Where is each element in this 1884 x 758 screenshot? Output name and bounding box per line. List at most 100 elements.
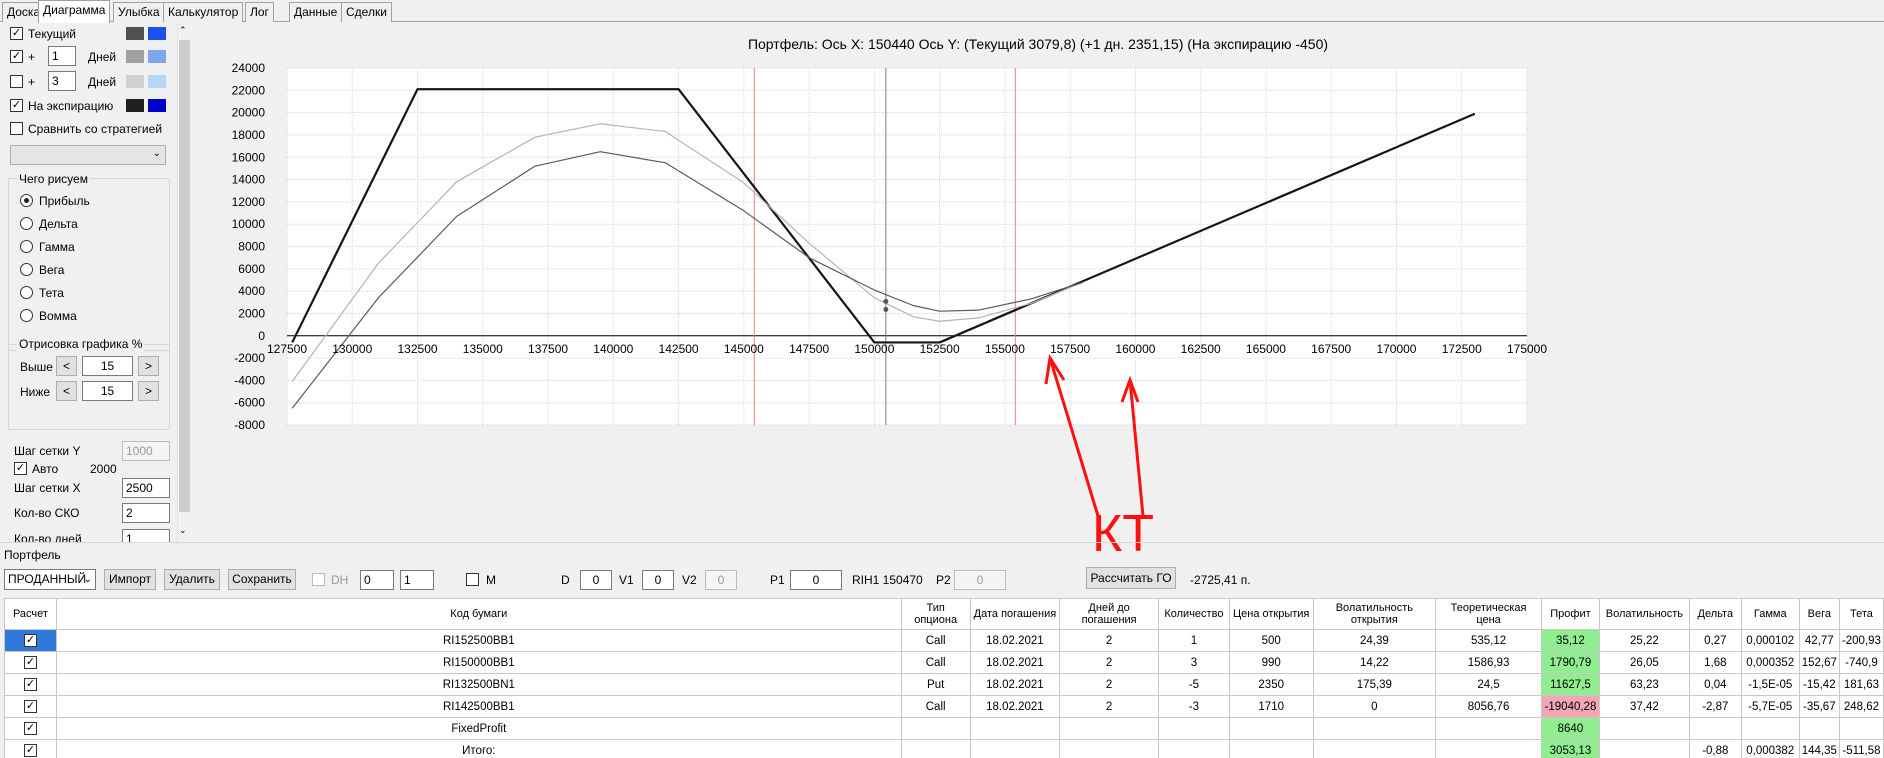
dh-spinner-2[interactable]: 1 bbox=[400, 570, 434, 590]
y-tick-label: -8000 bbox=[234, 418, 265, 432]
chevron-down-icon: ⌄ bbox=[83, 574, 92, 585]
table-cell: FixedProfit bbox=[55, 717, 902, 740]
m-checkbox[interactable] bbox=[466, 573, 479, 586]
table-row[interactable]: ✓ Итого: 3053,13 -0,88 0,000382 144,35 -511,58 bbox=[4, 739, 1884, 758]
table-cell bbox=[1228, 717, 1314, 740]
col-header[interactable]: Дата погашения bbox=[969, 598, 1061, 630]
table-cell: 0,000382 bbox=[1740, 739, 1800, 758]
table-cell: 2 bbox=[1059, 651, 1159, 674]
table-cell: Call bbox=[900, 629, 971, 652]
table-cell: 8640 bbox=[1540, 717, 1600, 740]
table-cell: 2 bbox=[1059, 673, 1159, 696]
row-calc-checkbox-cell[interactable]: ✓ bbox=[4, 629, 57, 652]
table-cell: 18.02.2021 bbox=[969, 695, 1061, 718]
filter-select[interactable]: ПРОДАННЫЙ ⌄ bbox=[4, 569, 96, 590]
tab-diagram[interactable]: Диаграмма bbox=[38, 0, 111, 23]
x-tick-label: 150000 bbox=[854, 342, 894, 356]
y-tick-label: 22000 bbox=[232, 83, 266, 97]
dh-label: DH bbox=[331, 573, 349, 587]
col-header[interactable]: Гамма bbox=[1740, 598, 1800, 630]
col-header[interactable]: Цена открытия bbox=[1228, 598, 1314, 630]
y-tick-label: 4000 bbox=[238, 284, 265, 298]
save-button[interactable]: Сохранить bbox=[228, 569, 296, 590]
col-header[interactable]: Код бумаги bbox=[55, 598, 902, 630]
dh-spinner-1[interactable]: 0 bbox=[360, 570, 394, 590]
table-cell: 248,62 bbox=[1838, 695, 1884, 718]
y-tick-label: 24000 bbox=[232, 61, 266, 75]
p2-label: P2 bbox=[936, 573, 951, 587]
p2-input[interactable]: 0 bbox=[954, 570, 1006, 590]
col-header[interactable]: Волатильность bbox=[1598, 598, 1690, 630]
row-calc-checkbox-cell[interactable]: ✓ bbox=[4, 739, 57, 758]
row-calc-checkbox-cell[interactable]: ✓ bbox=[4, 695, 57, 718]
calc-go-button[interactable]: Рассчитать ГО bbox=[1086, 567, 1176, 589]
y-tick-label: 0 bbox=[258, 329, 265, 343]
p1-input[interactable]: 0 bbox=[790, 570, 842, 590]
col-header[interactable]: Вега bbox=[1798, 598, 1840, 630]
check-icon[interactable]: ✓ bbox=[23, 678, 37, 691]
check-icon[interactable]: ✓ bbox=[23, 744, 37, 757]
table-row[interactable]: ✓ FixedProfit 8640 bbox=[4, 717, 1884, 740]
v2-input[interactable]: 0 bbox=[705, 570, 737, 590]
row-calc-checkbox-cell[interactable]: ✓ bbox=[4, 673, 57, 696]
portfolio-header: Портфель bbox=[4, 548, 61, 562]
x-tick-label: 157500 bbox=[1050, 342, 1090, 356]
table-cell: 25,22 bbox=[1598, 629, 1690, 652]
d-input[interactable]: 0 bbox=[580, 570, 612, 590]
rih-label: RIH1 150470 bbox=[852, 573, 923, 587]
x-tick-label: 127500 bbox=[267, 342, 307, 356]
table-cell: 152,67 bbox=[1798, 651, 1840, 674]
row-calc-checkbox-cell[interactable]: ✓ bbox=[4, 717, 57, 740]
table-row[interactable]: ✓ RI142500BB1 Call 18.02.2021 2 -3 1710 0 8056,7… bbox=[4, 695, 1884, 718]
col-header[interactable]: Дней до погашения bbox=[1059, 598, 1159, 630]
table-cell: 1710 bbox=[1228, 695, 1314, 718]
check-icon[interactable]: ✓ bbox=[23, 634, 37, 647]
d-label: D bbox=[561, 573, 570, 587]
x-tick-label: 132500 bbox=[398, 342, 438, 356]
col-header[interactable]: Теоретическая цена bbox=[1435, 598, 1542, 630]
check-icon[interactable]: ✓ bbox=[23, 700, 37, 713]
table-row[interactable]: ✓ RI152500BB1 Call 18.02.2021 2 1 500 24,39 535,… bbox=[4, 629, 1884, 652]
table-cell: 2 bbox=[1059, 695, 1159, 718]
table-cell: -19040,28 bbox=[1540, 695, 1600, 718]
col-header[interactable]: Дельта bbox=[1688, 598, 1742, 630]
delete-button[interactable]: Удалить bbox=[164, 569, 220, 590]
y-tick-label: -4000 bbox=[234, 373, 265, 387]
col-header[interactable]: Количество bbox=[1157, 598, 1230, 630]
table-cell bbox=[1798, 717, 1840, 740]
check-icon[interactable]: ✓ bbox=[23, 656, 37, 669]
col-header[interactable]: Расчет bbox=[4, 598, 57, 630]
x-tick-label: 160000 bbox=[1115, 342, 1155, 356]
col-header[interactable]: Волатильность открытия bbox=[1312, 598, 1437, 630]
check-icon[interactable]: ✓ bbox=[23, 722, 37, 735]
table-cell: 8056,76 bbox=[1435, 695, 1542, 718]
table-cell: 2350 bbox=[1228, 673, 1314, 696]
filter-value: ПРОДАННЫЙ bbox=[8, 572, 87, 586]
table-cell: 14,22 bbox=[1312, 651, 1437, 674]
table-cell bbox=[1228, 739, 1314, 758]
table-cell bbox=[969, 739, 1061, 758]
col-header[interactable]: Тип опциона bbox=[900, 598, 971, 630]
table-cell bbox=[1838, 717, 1884, 740]
table-cell: 1 bbox=[1157, 629, 1230, 652]
table-row[interactable]: ✓ RI132500BN1 Put 18.02.2021 2 -5 2350 175,39 24… bbox=[4, 673, 1884, 696]
table-cell: 500 bbox=[1228, 629, 1314, 652]
table-cell: 63,23 bbox=[1598, 673, 1690, 696]
table-cell: -5 bbox=[1157, 673, 1230, 696]
table-row[interactable]: ✓ RI150000BB1 Call 18.02.2021 2 3 990 14,22 1586… bbox=[4, 651, 1884, 674]
v1-input[interactable]: 0 bbox=[642, 570, 674, 590]
table-cell: -3 bbox=[1157, 695, 1230, 718]
col-header[interactable]: Тета bbox=[1838, 598, 1884, 630]
x-tick-label: 162500 bbox=[1181, 342, 1221, 356]
y-tick-label: 16000 bbox=[232, 150, 266, 164]
dh-checkbox[interactable] bbox=[312, 573, 325, 586]
col-header[interactable]: Профит bbox=[1540, 598, 1600, 630]
table-cell: -2,87 bbox=[1688, 695, 1742, 718]
table-cell: 42,77 bbox=[1798, 629, 1840, 652]
go-value: -2725,41 п. bbox=[1190, 573, 1251, 587]
row-calc-checkbox-cell[interactable]: ✓ bbox=[4, 651, 57, 674]
x-tick-label: 155000 bbox=[985, 342, 1025, 356]
import-button[interactable]: Импорт bbox=[104, 569, 156, 590]
x-tick-label: 142500 bbox=[659, 342, 699, 356]
cursor-marker-point bbox=[883, 298, 889, 304]
